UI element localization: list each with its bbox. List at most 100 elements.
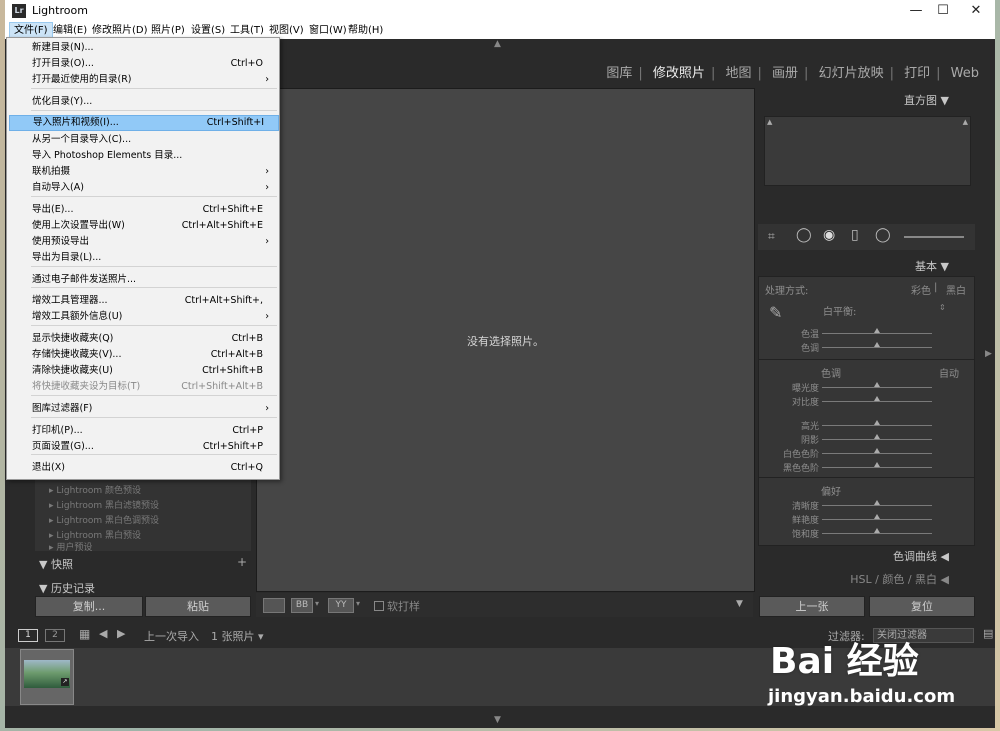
soft-proof-checkbox[interactable] [374, 601, 384, 611]
clarity-slider-knob[interactable] [874, 500, 880, 505]
treatment-color[interactable]: 彩色 [911, 282, 931, 297]
file-menu-item[interactable]: 页面设置(G)... Ctrl+Shift+P [9, 439, 277, 455]
file-menu-item[interactable]: 使用预设导出 › [9, 234, 277, 250]
previous-button[interactable]: 上一张 [759, 596, 865, 617]
file-menu-item[interactable]: 从另一个目录导入(C)... [9, 132, 277, 148]
preset-item[interactable]: ▸ Lightroom 黑白色调预设 [49, 513, 159, 526]
saturation-slider[interactable] [822, 533, 932, 534]
before-after-dropdown-icon[interactable]: ▾ [315, 599, 319, 608]
temp-slider-knob[interactable] [874, 328, 880, 333]
yy-dropdown-icon[interactable]: ▾ [356, 599, 360, 608]
exposure-slider[interactable] [822, 387, 932, 388]
blacks-slider[interactable] [822, 467, 932, 468]
file-menu-item[interactable]: 导入 Photoshop Elements 目录... [9, 148, 277, 164]
file-menu-item[interactable]: 打印机(P)... Ctrl+P [9, 423, 277, 439]
histogram-header[interactable]: 直方图 ▼ [904, 92, 949, 108]
menu-photo[interactable]: 照片(P) [147, 23, 189, 38]
secondary-window-button[interactable]: 2 [45, 629, 65, 642]
loupe-view-icon[interactable] [263, 598, 285, 613]
file-menu-item[interactable]: 新建目录(N)... [9, 40, 277, 56]
menu-tools[interactable]: 工具(T) [226, 23, 268, 38]
shadows-slider[interactable] [822, 439, 932, 440]
contrast-slider-knob[interactable] [874, 396, 880, 401]
file-menu-item[interactable]: 导出(E)... Ctrl+Shift+E [9, 202, 277, 218]
tint-slider-knob[interactable] [874, 342, 880, 347]
file-menu-item[interactable]: 通过电子邮件发送照片... [9, 272, 277, 288]
file-menu-item[interactable]: 自动导入(A) › [9, 180, 277, 196]
file-menu-item[interactable]: 退出(X) Ctrl+Q [9, 460, 277, 476]
highlights-slider-knob[interactable] [874, 420, 880, 425]
file-menu-item[interactable]: 增效工具管理器... Ctrl+Alt+Shift+, [9, 293, 277, 309]
before-after-button[interactable]: BB [291, 598, 313, 613]
file-menu-item[interactable]: 显示快捷收藏夹(Q) Ctrl+B [9, 331, 277, 347]
treatment-bw[interactable]: 黑白 [946, 282, 966, 297]
file-menu-item[interactable]: 打开最近使用的目录(R) › [9, 72, 277, 88]
module-slideshow[interactable]: 幻灯片放映 [813, 66, 890, 81]
spot-removal-icon[interactable]: ◯ [796, 227, 812, 243]
module-web[interactable]: Web [945, 66, 985, 81]
exposure-slider-knob[interactable] [874, 382, 880, 387]
file-menu-item[interactable]: 导入照片和视频(I)... Ctrl+Shift+I [9, 115, 279, 131]
vibrance-slider-knob[interactable] [874, 514, 880, 519]
photo-count[interactable]: 1 张照片 ▾ [211, 628, 264, 644]
file-menu-item[interactable]: 导出为目录(L)... [9, 250, 277, 266]
module-library[interactable]: 图库 [600, 66, 638, 81]
preset-item[interactable]: ▸ 用户预设 [49, 540, 92, 553]
module-develop[interactable]: 修改照片 [647, 66, 711, 81]
module-book[interactable]: 画册 [766, 66, 804, 81]
white-balance-dropdown-icon[interactable]: ⇕ [939, 303, 946, 312]
highlights-slider[interactable] [822, 425, 932, 426]
add-snapshot-icon[interactable]: + [237, 555, 247, 569]
file-menu-item[interactable]: 增效工具额外信息(U) › [9, 309, 277, 325]
file-menu-item[interactable]: 联机拍摄 › [9, 164, 277, 180]
tint-slider[interactable] [822, 347, 932, 348]
crop-tool-icon[interactable]: ⌗ [768, 229, 775, 244]
file-menu-item[interactable]: 存储快捷收藏夹(V)... Ctrl+Alt+B [9, 347, 277, 363]
primary-window-button[interactable]: 1 [18, 629, 38, 642]
red-eye-icon[interactable]: ◉ [823, 227, 835, 243]
file-menu-item[interactable]: 优化目录(Y)... [9, 94, 277, 110]
menu-view[interactable]: 视图(V) [265, 23, 308, 38]
filmstrip-thumbnail[interactable]: ↗ [20, 649, 74, 705]
back-arrow-icon[interactable]: ◀ [99, 627, 107, 640]
tone-curve-header[interactable]: 色调曲线 ◀ [893, 548, 949, 564]
menu-develop[interactable]: 修改照片(D) [88, 23, 152, 38]
file-menu-item[interactable]: 使用上次设置导出(W) Ctrl+Alt+Shift+E [9, 218, 277, 234]
preset-item[interactable]: ▸ Lightroom 黑白滤镜预设 [49, 498, 159, 511]
maximize-button[interactable]: ☐ [927, 0, 959, 22]
contrast-slider[interactable] [822, 401, 932, 402]
hsl-header[interactable]: HSL / 颜色 / 黑白 ◀ [850, 571, 949, 587]
shadow-clipping-icon[interactable]: ▲ [767, 118, 772, 126]
preset-item[interactable]: ▸ Lightroom 颜色预设 [49, 483, 141, 496]
clarity-slider[interactable] [822, 505, 932, 506]
module-print[interactable]: 打印 [898, 66, 936, 81]
history-header[interactable]: ▼ 历史记录 [39, 580, 95, 596]
graduated-filter-icon[interactable]: ▯ [851, 227, 859, 243]
snapshots-header[interactable]: ▼ 快照 [39, 556, 73, 572]
file-menu-item[interactable]: 清除快捷收藏夹(U) Ctrl+Shift+B [9, 363, 277, 379]
whites-slider-knob[interactable] [874, 448, 880, 453]
whites-slider[interactable] [822, 453, 932, 454]
menu-edit[interactable]: 编辑(E) [49, 23, 91, 38]
filter-lock-icon[interactable]: ▤ [983, 627, 993, 640]
auto-tone-button[interactable]: 自动 [939, 365, 959, 380]
top-panel-toggle-icon[interactable]: ▲ [494, 39, 501, 49]
paste-button[interactable]: 粘贴 [145, 596, 251, 617]
file-menu-item[interactable]: 图库过滤器(F) › [9, 401, 277, 417]
right-panel-toggle-icon[interactable]: ▶ [985, 349, 992, 359]
toolbar-menu-icon[interactable]: ▼ [736, 599, 743, 609]
menu-settings[interactable]: 设置(S) [187, 23, 229, 38]
temp-slider[interactable] [822, 333, 932, 334]
filmstrip-source[interactable]: 上一次导入 [144, 628, 199, 644]
menu-help[interactable]: 帮助(H) [344, 23, 387, 38]
copy-button[interactable]: 复制... [35, 596, 143, 617]
brush-slider[interactable] [904, 236, 964, 238]
saturation-slider-knob[interactable] [874, 528, 880, 533]
basic-panel-header[interactable]: 基本 ▼ [915, 258, 949, 274]
radial-filter-icon[interactable]: ◯ [875, 227, 891, 243]
vibrance-slider[interactable] [822, 519, 932, 520]
module-map[interactable]: 地图 [719, 66, 757, 81]
yy-view-button[interactable]: YY [328, 598, 354, 613]
close-button[interactable]: ✕ [960, 0, 992, 22]
bottom-panel-toggle-icon[interactable]: ▼ [494, 715, 501, 725]
